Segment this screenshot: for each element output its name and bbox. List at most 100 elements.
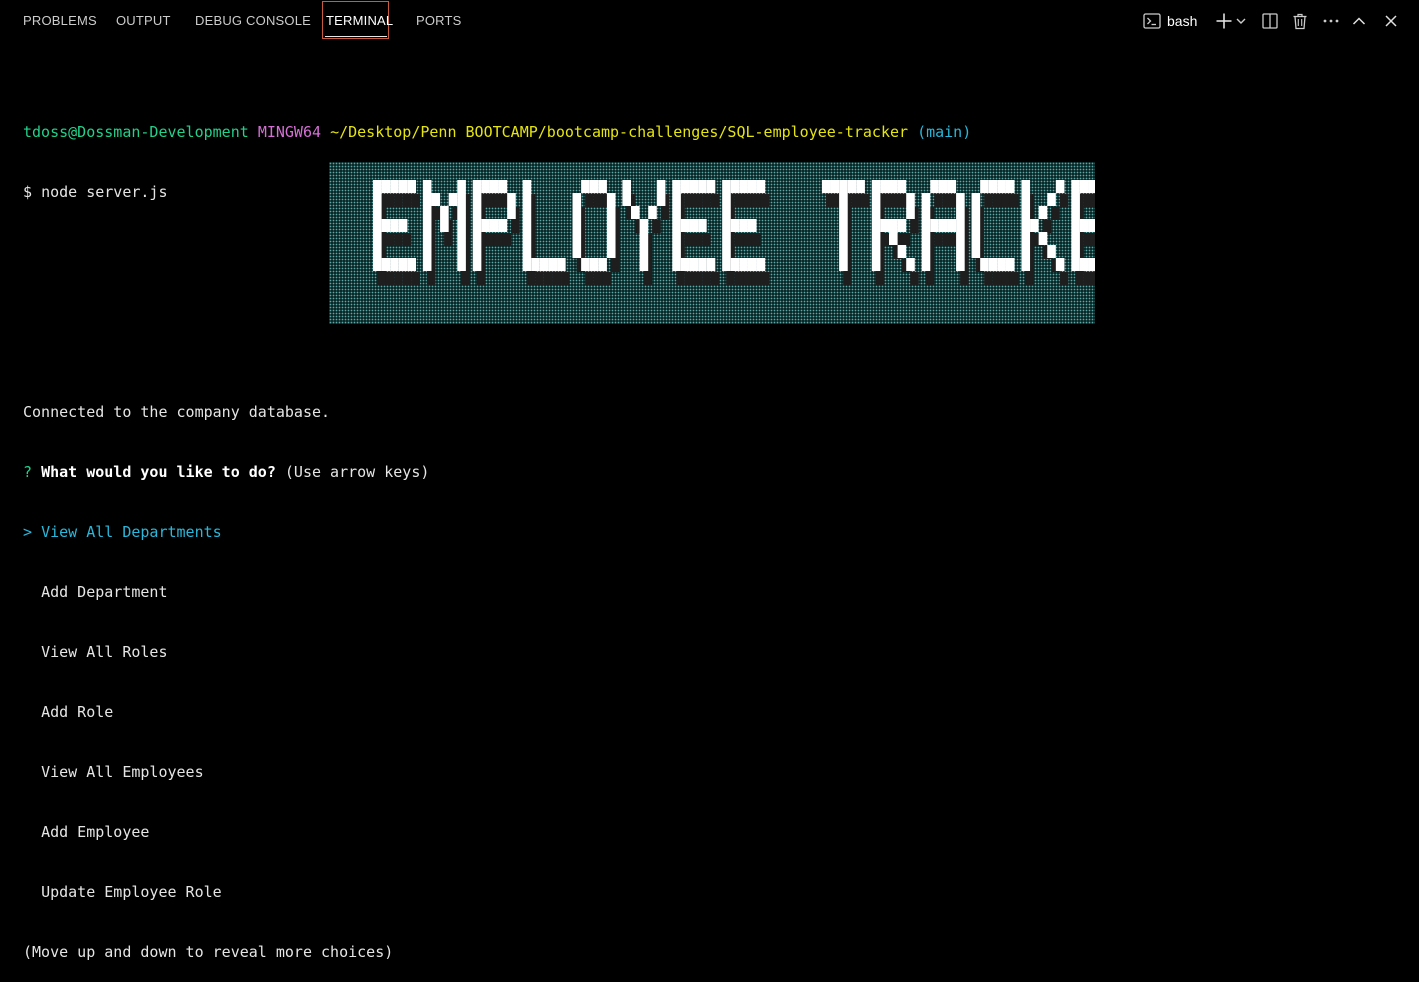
question-text: What would you like to do? (41, 463, 276, 481)
banner-pixel-shadow (385, 272, 395, 285)
banner-pixel (730, 258, 740, 271)
banner-pixel (422, 245, 432, 258)
banner-pixel (1047, 193, 1056, 206)
banner-pixel (606, 245, 616, 258)
banner-pixel (906, 193, 915, 206)
banner-pixel (656, 180, 666, 193)
banner-pixel-shadow (385, 233, 395, 246)
banner-pixel (472, 232, 482, 245)
banner-pixel (598, 258, 607, 271)
banner-pixel-shadow (734, 233, 744, 246)
banner-pixel-shadow (602, 272, 611, 285)
banner-pixel-shadow (585, 194, 594, 207)
banner-pixel (1071, 232, 1080, 245)
banner-pixel (440, 206, 449, 219)
banner-pixel-shadow (743, 194, 752, 207)
tab-ports[interactable]: PORTS (416, 0, 462, 42)
banner-pixel-shadow (593, 272, 603, 285)
banner-pixel (906, 258, 915, 271)
banner-pixel (1021, 206, 1031, 219)
banner-pixel (1088, 219, 1095, 232)
banner-pixel-shadow (684, 194, 694, 207)
menu-choice[interactable]: Add Department (23, 582, 429, 602)
terminal-profile-dropdown[interactable] (1234, 10, 1248, 32)
banner-pixel-shadow (411, 194, 420, 207)
banner-pixel (390, 258, 399, 271)
banner-pixel (921, 245, 931, 258)
banner-pixel (672, 206, 681, 219)
banner-pixel (390, 180, 399, 193)
banner-pixel (971, 206, 981, 219)
banner-pixel (522, 193, 532, 206)
banner-pixel-shadow (377, 272, 386, 285)
banner-pixel (1038, 232, 1048, 245)
banner-pixel (947, 180, 957, 193)
menu-choice[interactable]: Add Role (23, 702, 429, 722)
banner-pixel (997, 258, 1006, 271)
banner-pixel (639, 245, 649, 258)
banner-pixel-shadow (485, 233, 494, 246)
tab-output[interactable]: OUTPUT (116, 0, 171, 42)
banner-pixel (722, 219, 731, 232)
banner-pixel (847, 180, 857, 193)
banner-pixel (956, 245, 965, 258)
banner-pixel-shadow (585, 272, 594, 285)
banner-pixel (722, 245, 731, 258)
tab-debug-console[interactable]: DEBUG CONSOLE (195, 0, 311, 42)
banner-pixel (980, 258, 989, 271)
banner-pixel-shadow (825, 194, 835, 207)
banner-pixel (457, 180, 466, 193)
split-terminal-button[interactable] (1260, 10, 1280, 32)
banner-pixel (1038, 206, 1048, 219)
banner-pixel (422, 232, 432, 245)
banner-pixel-shadow (1092, 233, 1095, 246)
banner-pixel (680, 258, 690, 271)
more-actions-button[interactable] (1320, 10, 1342, 32)
banner-pixel (422, 258, 432, 271)
banner-pixel (672, 258, 681, 271)
banner-pixel-shadow (702, 194, 711, 207)
banner-pixel (373, 245, 382, 258)
banner-pixel-shadow (1009, 194, 1019, 207)
banner-pixel (1079, 219, 1089, 232)
new-terminal-button[interactable] (1214, 10, 1234, 32)
banner-pixel (680, 219, 690, 232)
banner-pixel (689, 258, 699, 271)
panel-tab-bar: PROBLEMS OUTPUT DEBUG CONSOLE TERMINAL P… (0, 0, 1419, 42)
banner-pixel (1071, 206, 1080, 219)
terminal-selector[interactable]: bash (1143, 10, 1203, 32)
banner-pixel (938, 180, 948, 193)
maximize-panel-button[interactable] (1349, 10, 1369, 32)
menu-choice[interactable]: Add Employee (23, 822, 429, 842)
banner-pixel-shadow (461, 272, 470, 285)
banner-pixel (739, 180, 748, 193)
menu-choice-selected[interactable]: > View All Departments (23, 522, 429, 542)
banner-pixel (672, 180, 681, 193)
close-panel-button[interactable] (1381, 10, 1401, 32)
banner-pixel (581, 258, 590, 271)
terminal-name: bash (1167, 13, 1198, 29)
banner-pixel-shadow (925, 272, 935, 285)
banner-pixel (481, 219, 490, 232)
menu-choice[interactable]: View All Roles (23, 642, 429, 662)
chevron-up-icon (1352, 17, 1366, 25)
banner-pixel-shadow (652, 220, 661, 233)
banner-pixel (1005, 180, 1015, 193)
terminal-icon (1143, 13, 1161, 29)
banner-art (373, 180, 1095, 285)
close-icon (1385, 15, 1397, 27)
tab-problems[interactable]: PROBLEMS (23, 0, 97, 42)
banner-pixel (871, 258, 881, 271)
banner-pixel (897, 180, 907, 193)
banner-pixel (839, 232, 848, 245)
kill-terminal-button[interactable] (1290, 10, 1310, 32)
banner-pixel (839, 258, 848, 271)
banner-pixel-shadow (710, 194, 720, 207)
banner-pixel (481, 180, 490, 193)
menu-choice[interactable]: Update Employee Role (23, 882, 429, 902)
banner-pixel (956, 206, 965, 219)
banner-pixel (598, 180, 607, 193)
banner-pixel-shadow (743, 272, 752, 285)
menu-choice[interactable]: View All Employees (23, 762, 429, 782)
banner-pixel (489, 219, 499, 232)
